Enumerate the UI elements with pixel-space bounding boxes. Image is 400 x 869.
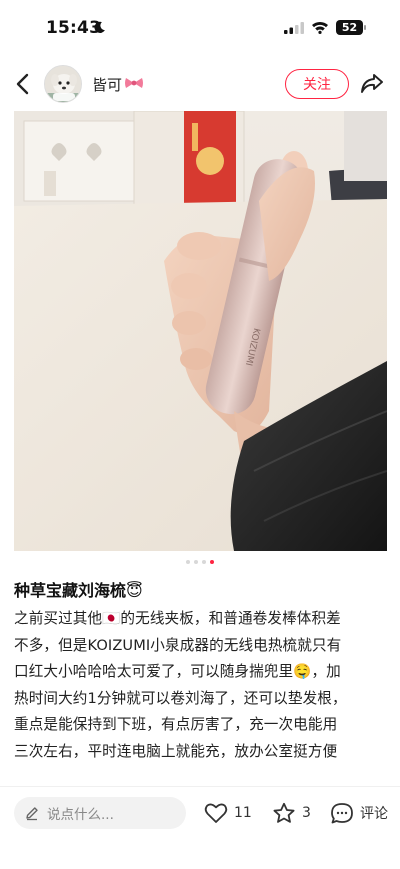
- collect-button[interactable]: 3: [272, 800, 311, 826]
- post-body-line: 重点是能保持到下班，有点厉害了，充一次电能用: [14, 716, 338, 733]
- heart-icon: [204, 803, 228, 823]
- like-count: 11: [234, 805, 252, 821]
- comment-input[interactable]: 说点什么...: [14, 797, 186, 829]
- bottom-divider: [0, 786, 400, 787]
- post-body: 之前买过其他🇯🇵的无线夹板，和普通卷发棒体积差 不多，但是KOIZUMI小泉成器的…: [14, 606, 388, 765]
- product-photo: KOIZUMI: [14, 111, 387, 551]
- comment-button[interactable]: 评论: [330, 800, 388, 826]
- star-icon: [273, 802, 295, 823]
- post-title: 种草宝藏刘海梳😇: [14, 581, 143, 600]
- ribbon-bow-icon: [125, 78, 143, 88]
- share-icon[interactable]: [360, 72, 384, 94]
- carousel-dot[interactable]: [194, 560, 198, 564]
- like-button[interactable]: 11: [204, 800, 252, 826]
- comment-bubble-icon: [331, 802, 353, 823]
- author-name[interactable]: 皆可: [92, 74, 122, 95]
- carousel-dot[interactable]: [202, 560, 206, 564]
- carousel-indicator: [0, 560, 400, 564]
- wifi-icon: [312, 21, 328, 34]
- post-header: 皆可 关注: [0, 58, 400, 110]
- post-image[interactable]: KOIZUMI: [14, 111, 387, 551]
- status-bar: 15:43 52: [0, 0, 400, 58]
- author-avatar[interactable]: [44, 65, 82, 103]
- follow-button[interactable]: 关注: [285, 69, 349, 99]
- moon-icon: [94, 21, 105, 33]
- pencil-icon: [26, 807, 38, 821]
- post-body-line: 不多，但是KOIZUMI小泉成器的无线电热梳就只有: [14, 636, 342, 654]
- carousel-dot[interactable]: [210, 560, 214, 564]
- battery-icon: 52: [336, 20, 363, 35]
- signal-icon: [284, 22, 304, 34]
- carousel-dot[interactable]: [186, 560, 190, 564]
- post-body-line: 之前买过其他🇯🇵的无线夹板，和普通卷发棒体积差: [14, 610, 341, 627]
- battery-level: 52: [341, 21, 358, 34]
- post-body-line: 三次左右，平时连电脑上就能充，放办公室挺方便: [14, 742, 338, 760]
- avatar-dog-image: [45, 66, 81, 102]
- battery-cap: [364, 25, 366, 30]
- comment-placeholder: 说点什么...: [47, 807, 114, 823]
- collect-count: 3: [302, 805, 311, 821]
- comment-label: 评论: [360, 806, 388, 822]
- post-body-line: 热时间大约1分钟就可以卷刘海了，还可以垫发根，: [14, 689, 347, 707]
- back-arrow-icon[interactable]: [14, 72, 32, 96]
- post-body-line: 口红大小哈哈哈太可爱了，可以随身揣兜里🤤，加: [14, 663, 341, 680]
- follow-button-label: 关注: [303, 77, 331, 93]
